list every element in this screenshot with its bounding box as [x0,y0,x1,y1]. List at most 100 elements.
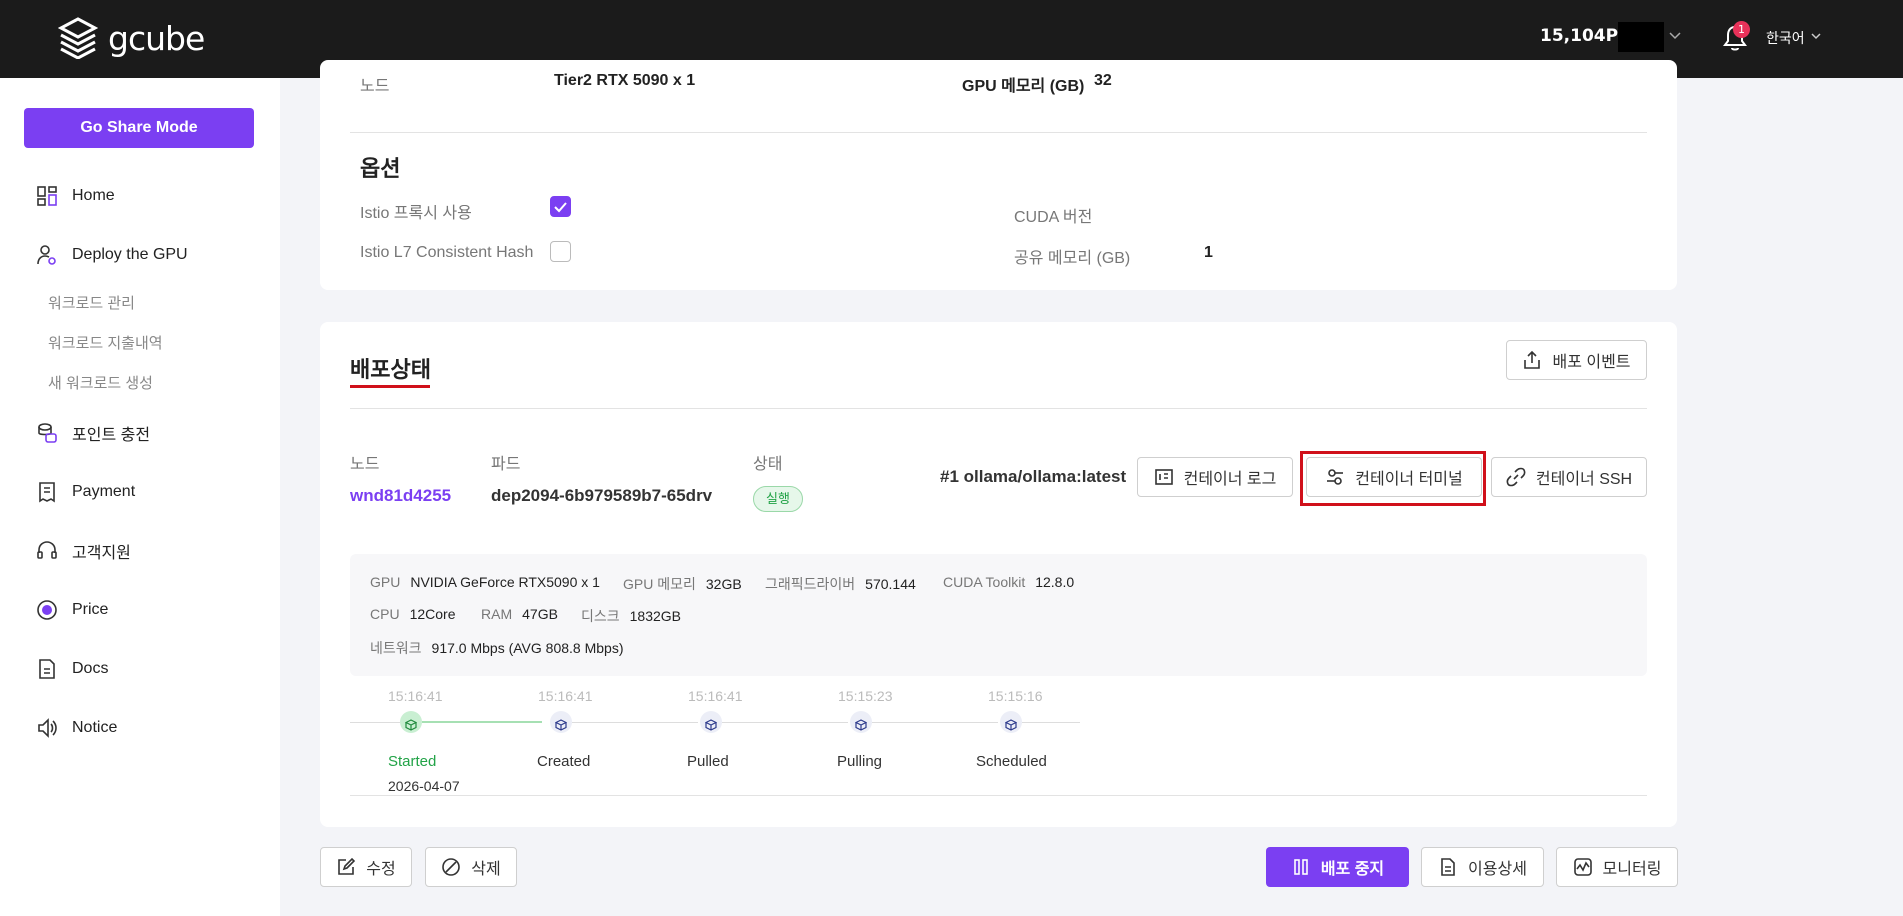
cube-logo-icon [58,17,98,59]
cube-icon [1004,716,1018,731]
timeline-time: 15:15:16 [988,688,1043,704]
usage-detail-label: 이용상세 [1468,861,1527,878]
logo[interactable]: gcube [58,16,205,60]
link-icon [1506,467,1526,487]
dashboard-icon [37,186,57,206]
sidebar-subitem-workload-manage[interactable]: 워크로드 관리 [48,292,135,313]
stop-deploy-button[interactable]: 배포 중지 [1266,847,1409,887]
col-pod-label: 파드 [491,456,521,473]
notification-badge: 1 [1733,21,1750,38]
sidebar-item-docs[interactable]: Docs [36,655,108,683]
document-icon [1441,858,1455,876]
gpu-memory-value: 32 [1094,72,1112,89]
points-balance: 15,104P [1540,26,1619,46]
edit-button[interactable]: 수정 [320,847,412,887]
timeline-time: 15:16:41 [538,688,593,704]
divider [350,795,1647,796]
spec-driver: 그래픽드라이버 570.144 [765,576,916,592]
user-name-redacted[interactable] [1618,22,1664,52]
shared-memory-value: 1 [1204,244,1213,261]
status-badge: 실행 [753,486,803,512]
sidebar-item-label: Notice [72,719,118,736]
delete-label: 삭제 [471,861,501,878]
timeline-label: Pulling [837,753,883,770]
timeline-label: Started [388,753,437,770]
sidebar-item-home[interactable]: Home [36,182,115,210]
sidebar-item-deploy-gpu[interactable]: Deploy the GPU [36,241,188,269]
cube-icon [704,716,718,731]
sidebar-item-label: Home [72,187,115,204]
sidebar-item-price[interactable]: Price [36,596,108,624]
spec-cpu: CPU 12Core [370,606,456,622]
sidebar-subitem-workload-spend[interactable]: 워크로드 지출내역 [48,332,163,353]
sidebar-item-notice[interactable]: Notice [36,714,117,742]
delete-button[interactable]: 삭제 [425,847,517,887]
timeline-line [572,722,698,723]
timeline-step-pulling [850,711,872,733]
gpu-memory-label: GPU 메모리 (GB) [962,78,1085,95]
timeline-step-started [400,711,422,733]
deploy-events-button[interactable]: 배포 이벤트 [1506,340,1647,380]
check-icon [554,202,567,213]
shared-memory-label: 공유 메모리 (GB) [1014,250,1131,267]
node-value: Tier2 RTX 5090 x 1 [554,72,696,89]
spec-gpu-memory: GPU 메모리 32GB [623,576,742,592]
node-label: 노드 [360,78,390,95]
sidebar-item-label: 고객지원 [72,545,131,562]
options-title: 옵션 [360,156,401,181]
cube-icon [854,716,868,731]
edit-label: 수정 [366,861,396,878]
sidebar-item-label: Docs [72,660,109,677]
highlight-box [1300,451,1486,506]
istio-proxy-checkbox[interactable] [550,196,571,217]
timeline-step-pulled [700,711,722,733]
timeline-label: Pulled [687,753,729,770]
coins-icon [38,423,57,443]
usage-detail-button[interactable]: 이용상세 [1421,847,1544,887]
divider [350,408,1647,409]
col-status-label: 상태 [753,456,783,473]
spec-cuda-toolkit: CUDA Toolkit 12.8.0 [943,574,1075,590]
container-ssh-button[interactable]: 컨테이너 SSH [1491,457,1647,497]
timeline-line [1022,722,1080,723]
go-share-mode-button[interactable]: Go Share Mode [24,108,254,148]
upload-icon [1524,350,1541,369]
cube-icon [404,716,418,731]
spec-ram: RAM 47GB [481,606,558,622]
sidebar-item-label: Price [72,601,109,618]
istio-l7-checkbox[interactable] [550,241,571,262]
chevron-down-icon[interactable] [1810,30,1822,42]
istio-l7-label: Istio L7 Consistent Hash [360,244,534,261]
timeline-line-done [422,721,542,723]
language-selector[interactable]: 한국어 [1766,28,1805,48]
sidebar-item-point-charge[interactable]: 포인트 충전 [36,419,150,447]
container-image: #1 ollama/ollama:latest [940,467,1127,486]
sidebar-item-support[interactable]: 고객지원 [36,537,131,565]
col-node-label: 노드 [350,456,380,473]
timeline-label: Created [537,753,591,770]
user-gear-icon [37,245,56,265]
deploy-events-label: 배포 이벤트 [1552,354,1631,371]
timeline-time: 15:16:41 [388,688,443,704]
timeline-time: 15:15:23 [838,688,893,704]
speaker-icon [38,718,57,738]
sidebar-subitem-new-workload[interactable]: 새 워크로드 생성 [48,372,153,393]
spec-network: 네트워크 917.0 Mbps (AVG 808.8 Mbps) [370,640,624,656]
spec-disk: 디스크 1832GB [581,608,682,624]
monitoring-button[interactable]: 모니터링 [1556,847,1678,887]
spec-gpu: GPU NVIDIA GeForce RTX5090 x 1 [370,574,600,590]
sidebar-item-payment[interactable]: Payment [36,478,135,506]
pod-name: dep2094-6b979589b7-65drv [491,486,713,505]
timeline-line [722,722,848,723]
node-link[interactable]: wnd81d4255 [350,486,451,506]
timeline-line [872,722,998,723]
stop-deploy-label: 배포 중지 [1320,861,1385,878]
timeline-step-scheduled [1000,711,1022,733]
chevron-down-icon[interactable] [1668,28,1682,42]
container-ssh-label: 컨테이너 SSH [1535,471,1633,488]
sidebar-item-label: Deploy the GPU [72,246,188,263]
pause-icon [1294,859,1308,875]
container-log-button[interactable]: 컨테이너 로그 [1137,457,1293,497]
timeline-label: Scheduled [976,753,1047,770]
sidebar: Go Share Mode Home Deploy the GPU 워크로드 관… [0,78,280,916]
